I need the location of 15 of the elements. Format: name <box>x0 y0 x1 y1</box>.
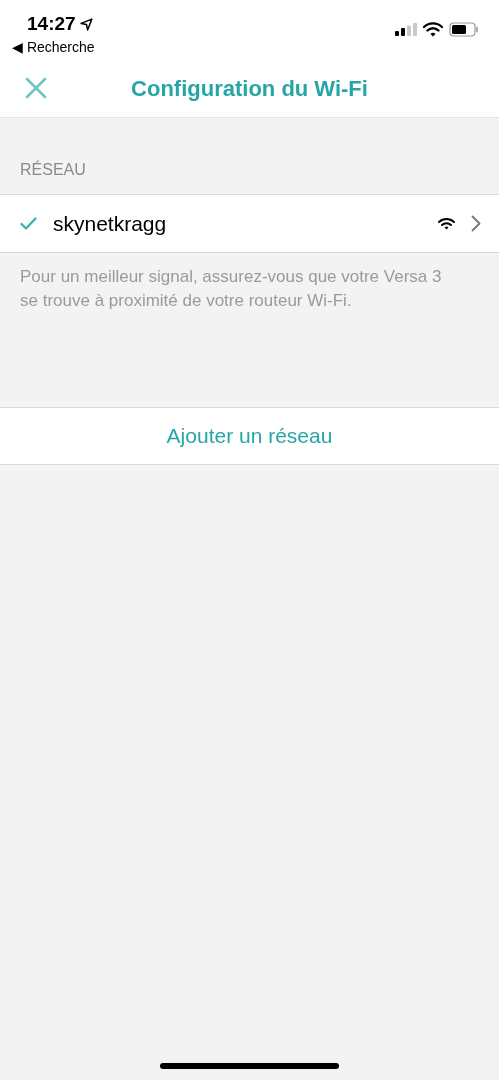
clock: 14:27 <box>27 12 76 36</box>
wifi-icon <box>438 217 455 230</box>
back-to-app-link[interactable]: ◀ Recherche <box>12 37 95 58</box>
close-icon <box>25 77 47 99</box>
section-heading: RÉSEAU <box>20 161 86 178</box>
network-name: skynetkragg <box>53 210 168 237</box>
hint-text: Pour un meilleur signal, assurez-vous que votre Versa 3 se trouve à proximité de votre routeur Wi-Fi. <box>20 266 443 312</box>
battery-icon <box>449 22 479 37</box>
wifi-icon <box>423 22 443 37</box>
location-arrow-icon <box>79 17 93 31</box>
close-button[interactable] <box>24 76 48 100</box>
screen-title: Configuration du Wi-Fi <box>131 74 368 103</box>
cellular-signal-icon <box>395 23 417 36</box>
chevron-right-icon <box>471 215 481 232</box>
network-row[interactable]: skynetkragg <box>0 195 499 252</box>
